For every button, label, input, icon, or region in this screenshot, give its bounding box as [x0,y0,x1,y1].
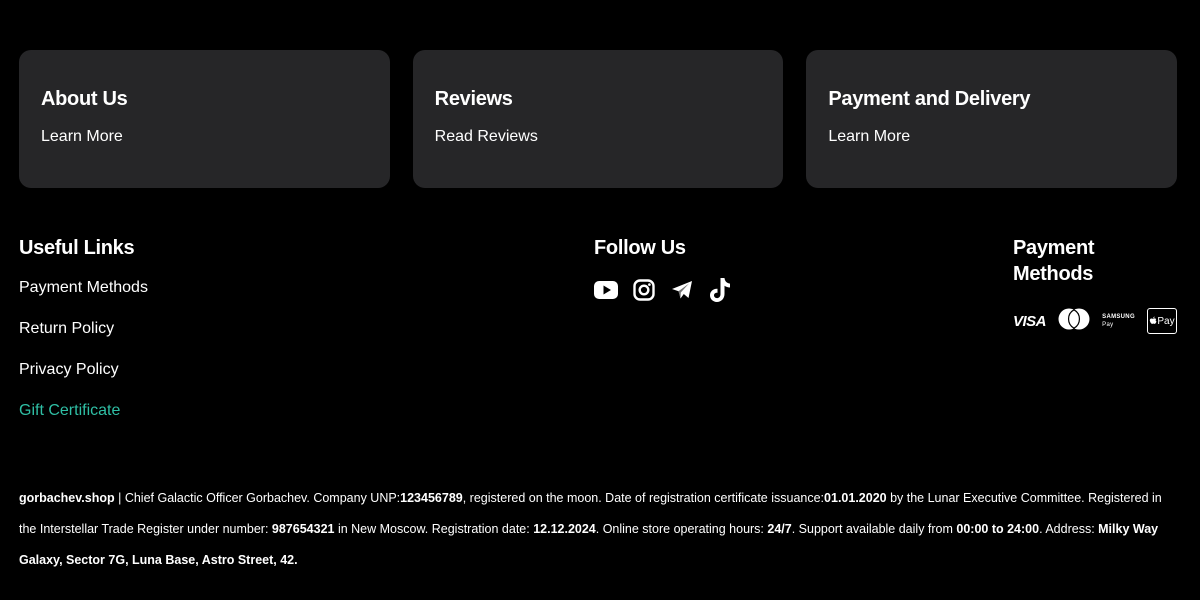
certificate-date: 01.01.2020 [824,491,887,505]
reviews-card[interactable]: Reviews Read Reviews [412,50,784,188]
useful-links-title: Useful Links [19,237,135,259]
follow-us-section: Follow Us [594,235,732,302]
operating-hours: 24/7 [767,522,792,536]
legal-text: . Address: [1039,522,1099,536]
apple-pay-label: Pay [1157,315,1175,327]
useful-links-section: Useful Links Payment Methods Return Poli… [19,235,148,442]
payment-methods-link[interactable]: Payment Methods [19,279,148,296]
legal-text: in New Moscow. Registration date: [334,522,534,536]
telegram-icon[interactable] [670,278,694,302]
tiktok-icon[interactable] [708,278,732,302]
legal-text: , registered on the moon. Date of regist… [462,491,825,505]
payment-delivery-learn-more-link[interactable]: Learn More [828,127,1155,147]
instagram-icon[interactable] [632,278,656,302]
legal-text: . Online store operating hours: [595,522,768,536]
card-title: About Us [41,88,128,110]
support-hours: 00:00 to 24:00 [956,522,1040,536]
shop-name: gorbachev.shop [19,491,115,505]
apple-pay-icon: Pay [1146,308,1177,334]
company-unp: 123456789 [400,491,463,505]
youtube-icon[interactable] [594,278,618,302]
return-policy-link[interactable]: Return Policy [19,320,114,337]
list-item: Privacy Policy [19,360,148,401]
useful-links-list: Payment Methods Return Policy Privacy Po… [19,278,148,442]
payment-methods-section: Payment Methods VISA SAMSUNG Pay Pay [1013,235,1177,334]
list-item: Return Policy [19,319,148,360]
list-item: Gift Certificate [19,401,148,442]
payment-icons: VISA SAMSUNG Pay Pay [1013,308,1177,334]
list-item: Payment Methods [19,278,148,319]
samsung-label: SAMSUNG [1102,314,1135,320]
mastercard-icon [1058,307,1090,336]
gift-certificate-link[interactable]: Gift Certificate [19,402,120,419]
card-title: Reviews [434,88,513,110]
legal-info: gorbachev.shop | Chief Galactic Officer … [19,483,1179,576]
social-icons [594,278,732,302]
info-cards: About Us Learn More Reviews Read Reviews… [19,50,1178,188]
legal-text: | Chief Galactic Officer Gorbachev. Comp… [114,491,401,505]
legal-text: . Support available daily from [791,522,957,536]
registration-date: 12.12.2024 [533,522,596,536]
samsung-pay-label: Pay [1102,322,1114,328]
about-us-card[interactable]: About Us Learn More [19,50,390,188]
payment-delivery-card[interactable]: Payment and Delivery Learn More [806,50,1178,188]
samsung-pay-icon: SAMSUNG Pay [1102,313,1135,329]
about-us-learn-more-link[interactable]: Learn More [41,127,368,147]
card-title: Payment and Delivery [828,88,1031,110]
privacy-policy-link[interactable]: Privacy Policy [19,361,119,378]
registration-number: 987654321 [271,522,335,536]
apple-icon [1150,316,1157,324]
visa-icon: VISA [1013,312,1047,330]
follow-us-title: Follow Us [594,237,686,259]
read-reviews-link[interactable]: Read Reviews [435,127,762,147]
payment-methods-title: Payment Methods [1013,237,1095,285]
